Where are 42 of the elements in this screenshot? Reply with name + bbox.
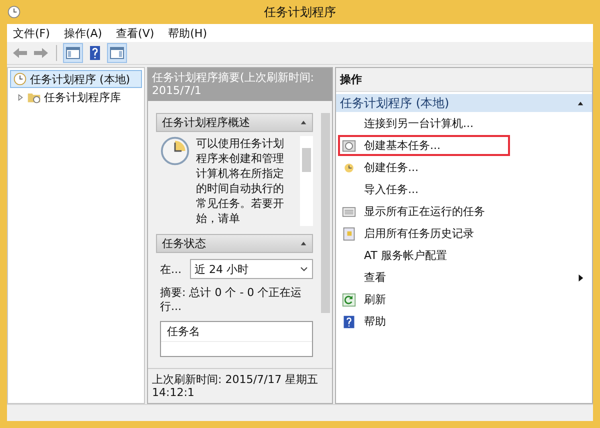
- scrollbar[interactable]: [319, 101, 332, 368]
- scrollbar[interactable]: [300, 136, 313, 226]
- time-range-dropdown[interactable]: 近 24 小时: [190, 259, 313, 279]
- menu-item[interactable]: 查看(V): [116, 26, 154, 40]
- overview-description: 可以使用任务计划程序来创建和管理计算机将在所指定的时间自动执行的常见任务。若要开始，请单: [196, 136, 285, 226]
- action-item[interactable]: 刷新: [338, 289, 592, 310]
- tree-item[interactable]: 任务计划程序库: [10, 88, 142, 106]
- document-icon: [342, 226, 356, 240]
- list-window-icon: [342, 204, 356, 218]
- help-icon: [342, 314, 356, 328]
- action-item[interactable]: 查看: [338, 267, 592, 288]
- action-item[interactable]: 创建任务...: [338, 157, 592, 178]
- section-header[interactable]: 任务计划程序 (本地): [336, 94, 592, 112]
- menu-item[interactable]: 文件(F): [13, 26, 50, 40]
- pane-toggle-icon[interactable]: [63, 43, 83, 63]
- pane-header: 操作: [336, 68, 592, 92]
- action-item[interactable]: 显示所有正在运行的任务: [338, 201, 592, 222]
- action-item[interactable]: 帮助: [338, 311, 592, 332]
- filter-label: 在...: [160, 262, 182, 276]
- section-header[interactable]: 任务状态: [156, 234, 313, 253]
- tree-item[interactable]: 任务计划程序 (本地): [10, 70, 142, 88]
- expand-arrow-icon[interactable]: [17, 94, 24, 100]
- action-item[interactable]: 导入任务...: [338, 179, 592, 200]
- action-item[interactable]: AT 服务帐户配置: [338, 245, 592, 266]
- pane-header: 任务计划程序摘要(上次刷新时间: 2015/7/1: [148, 68, 332, 101]
- task-summary: 摘要: 总计 0 个 - 0 个正在运行...: [160, 286, 303, 314]
- collapse-icon[interactable]: [577, 100, 584, 106]
- chevron-down-icon: [300, 265, 308, 273]
- menu-item[interactable]: 操作(A): [64, 26, 102, 40]
- window-title: 任务计划程序: [264, 4, 336, 20]
- section-header[interactable]: 任务计划程序概述: [156, 113, 313, 132]
- collapse-icon[interactable]: [300, 119, 307, 126]
- action-item[interactable]: 启用所有任务历史记录: [338, 223, 592, 244]
- refresh-icon: [342, 292, 356, 306]
- last-refresh-time: 上次刷新时间: 2015/7/17 星期五 14:12:1: [148, 368, 332, 403]
- task-list[interactable]: 任务名: [160, 321, 313, 357]
- column-header[interactable]: 任务名: [161, 322, 312, 342]
- action-item[interactable]: 创建基本任务...: [338, 135, 510, 156]
- collapse-icon[interactable]: [300, 240, 307, 247]
- action-item[interactable]: 连接到另一台计算机...: [338, 113, 592, 134]
- action-pane-icon[interactable]: [107, 43, 127, 63]
- menu-item[interactable]: 帮助(H): [168, 26, 207, 40]
